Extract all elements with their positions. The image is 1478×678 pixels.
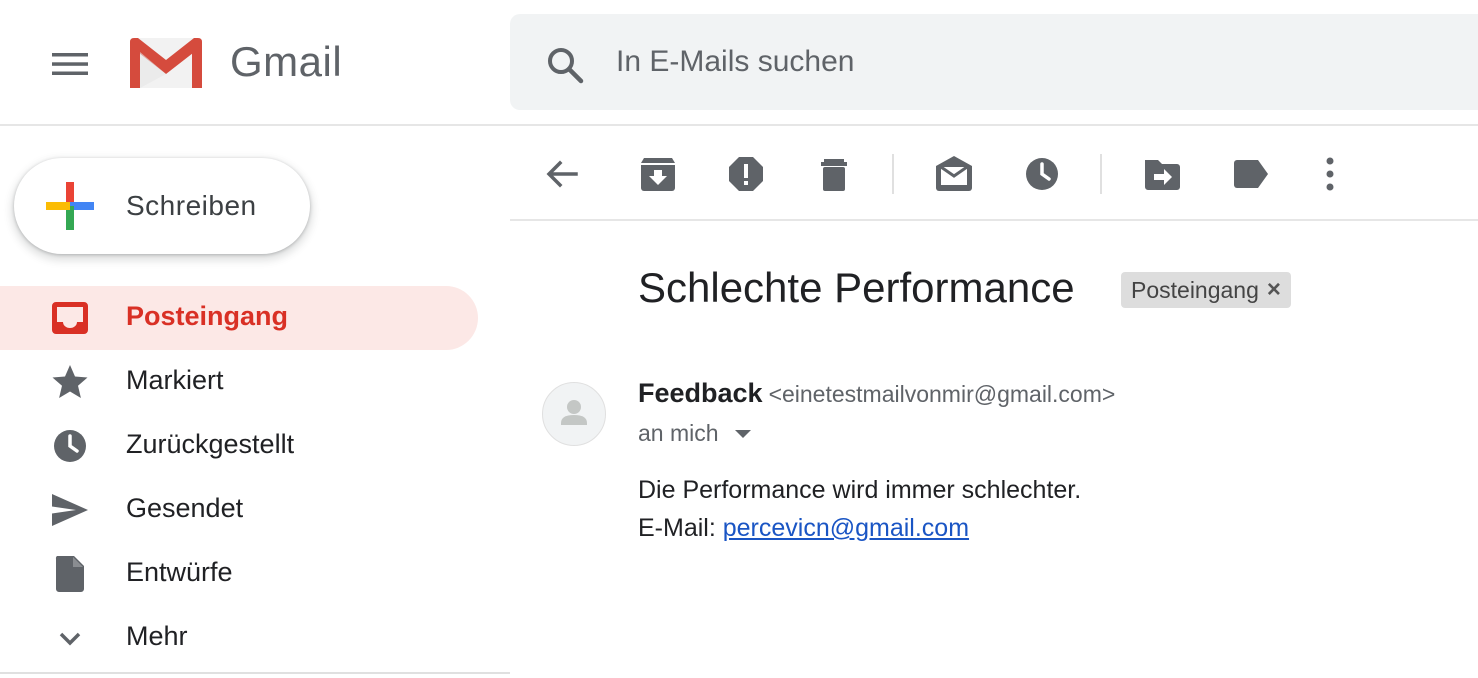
sender-line: Feedback <einetestmailvonmir@gmail.com> — [638, 378, 1115, 409]
sidebar-item-label: Entwürfe — [126, 557, 233, 587]
archive-icon[interactable] — [636, 152, 680, 196]
sidebar-item-label: Posteingang — [126, 301, 289, 331]
toolbar-divider — [510, 219, 1478, 221]
remove-label-button[interactable]: × — [1267, 276, 1281, 304]
sender-name[interactable]: Feedback — [638, 378, 763, 408]
header-divider — [0, 124, 1478, 126]
gmail-logo[interactable] — [128, 36, 204, 90]
label-icon[interactable] — [1228, 152, 1272, 196]
snooze-icon[interactable] — [1020, 152, 1064, 196]
gmail-brand-text: Gmail — [230, 38, 343, 85]
star-icon — [50, 364, 90, 400]
sender-email: <einetestmailvonmir@gmail.com> — [768, 381, 1116, 407]
sidebar-item-snoozed[interactable]: Zurückgestellt — [0, 414, 478, 478]
person-icon — [561, 400, 587, 425]
recipient-details-toggle[interactable]: an mich — [638, 420, 753, 447]
clock-icon — [50, 428, 90, 464]
sidebar-item-drafts[interactable]: Entwürfe — [0, 542, 478, 606]
compose-plus-icon — [46, 182, 94, 230]
toolbar-separator — [892, 154, 894, 194]
move-to-icon[interactable] — [1140, 152, 1184, 196]
report-spam-icon[interactable] — [724, 152, 768, 196]
sidebar-item-label: Mehr — [126, 621, 188, 651]
draft-icon — [50, 556, 90, 592]
sidebar-item-sent[interactable]: Gesendet — [0, 478, 478, 542]
recipient-text: an mich — [638, 420, 719, 446]
compose-button[interactable]: Schreiben — [14, 158, 310, 254]
mark-unread-icon[interactable] — [932, 152, 976, 196]
delete-icon[interactable] — [812, 152, 856, 196]
email-body-line: E-Mail: percevicn@gmail.com — [638, 514, 969, 543]
sidebar-item-starred[interactable]: Markiert — [0, 350, 478, 414]
send-icon — [50, 492, 90, 528]
caret-down-icon[interactable] — [733, 428, 753, 440]
sidebar-item-label: Zurückgestellt — [126, 429, 295, 459]
sidebar-item-more[interactable]: Mehr — [0, 606, 478, 670]
label-chip-text: Posteingang — [1131, 276, 1259, 303]
sidebar-divider — [0, 672, 510, 674]
sender-avatar[interactable] — [542, 382, 606, 446]
back-arrow-icon[interactable] — [540, 152, 584, 196]
sidebar-item-inbox[interactable]: Posteingang — [0, 286, 478, 350]
email-body-prefix: E-Mail: — [638, 514, 723, 542]
inbox-icon — [50, 300, 90, 336]
compose-label: Schreiben — [126, 190, 257, 221]
email-body-line: Die Performance wird immer schlechter. — [638, 476, 1082, 504]
more-vert-icon[interactable] — [1308, 152, 1352, 196]
sidebar-item-label: Gesendet — [126, 493, 244, 523]
hamburger-icon[interactable] — [50, 50, 90, 78]
toolbar-separator — [1100, 154, 1102, 194]
search-icon[interactable] — [544, 44, 586, 86]
label-chip-inbox: Posteingang × — [1121, 272, 1291, 308]
sidebar-item-label: Markiert — [126, 365, 224, 395]
email-subject: Schlechte Performance — [638, 264, 1075, 311]
search-input[interactable] — [616, 40, 1416, 84]
email-link[interactable]: percevicn@gmail.com — [723, 514, 969, 542]
chevron-down-icon — [50, 620, 90, 656]
